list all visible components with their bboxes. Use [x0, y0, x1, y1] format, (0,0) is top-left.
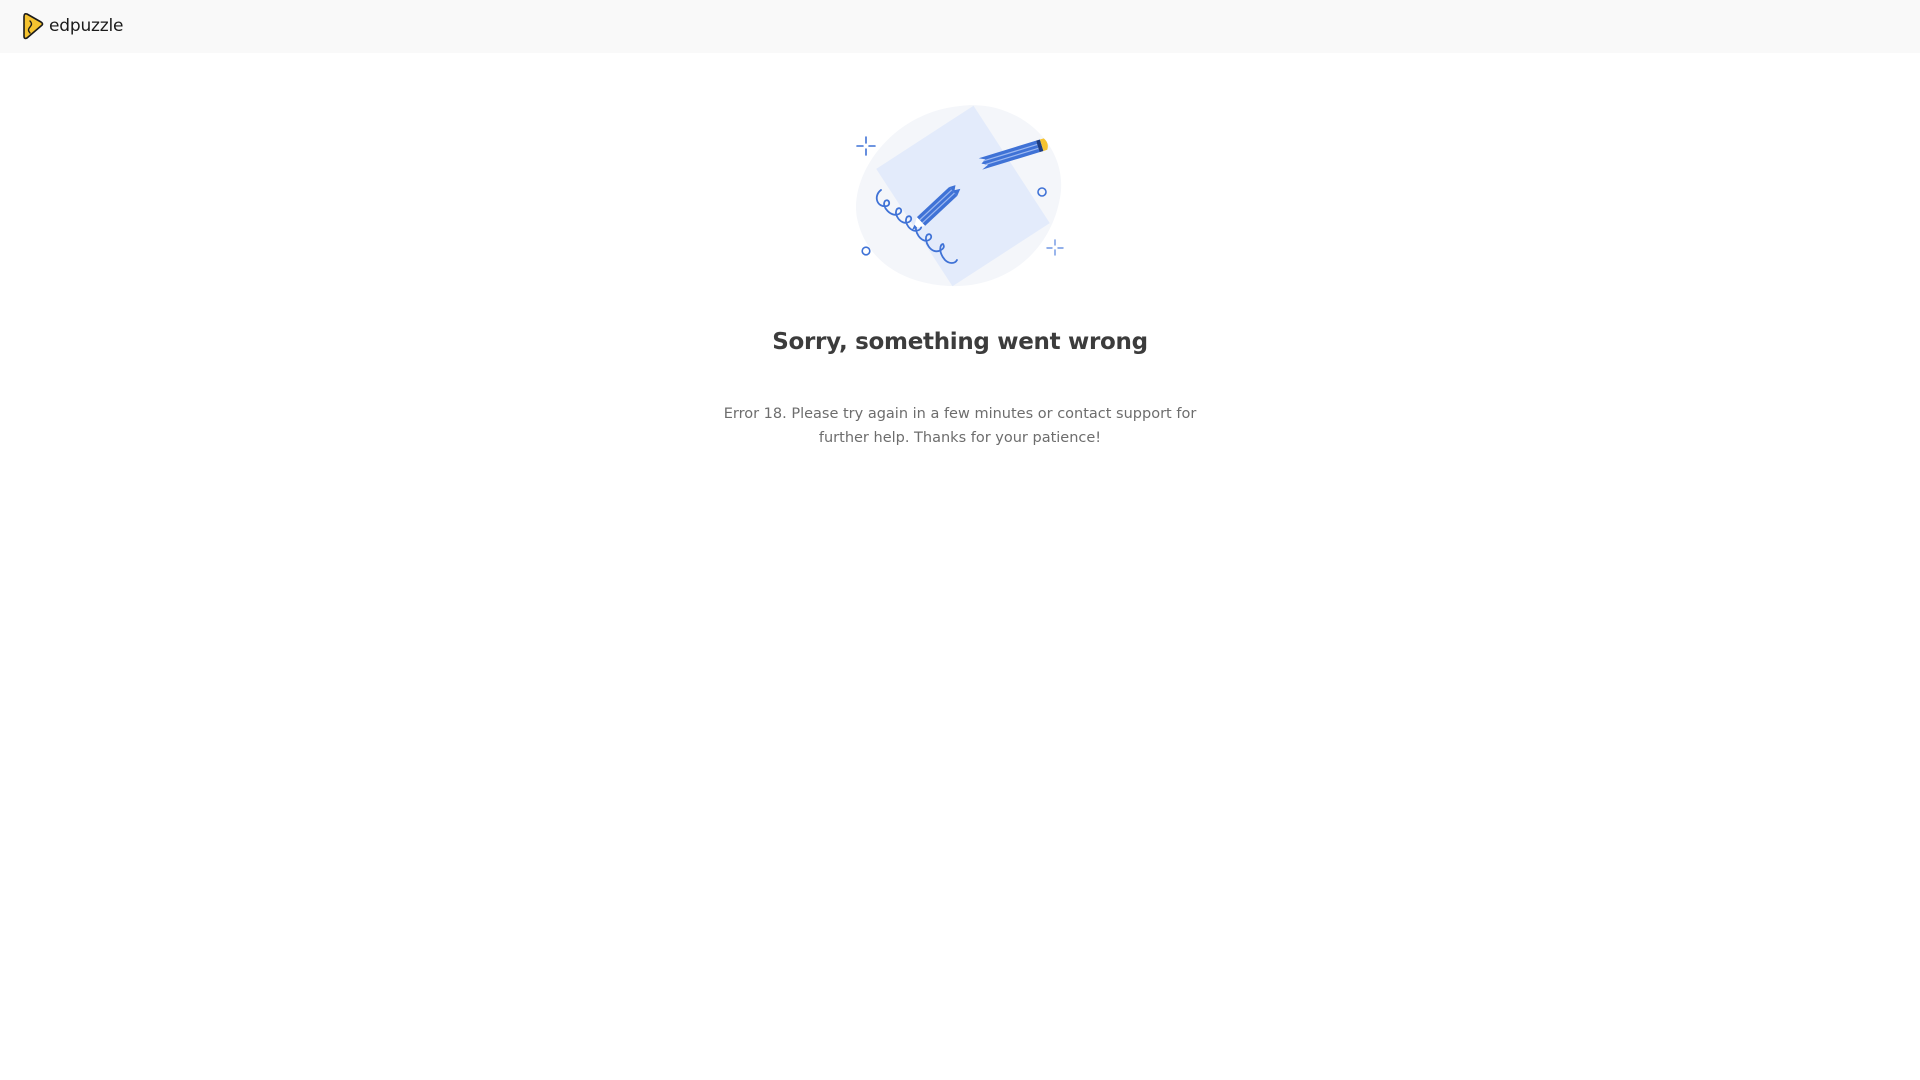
edpuzzle-logo-link[interactable]: edpuzzle [22, 11, 123, 41]
top-bar: edpuzzle [0, 0, 1920, 53]
error-message: Error 18. Please try again in a few minu… [723, 406, 1197, 446]
broken-pencil-illustration [856, 105, 1064, 287]
logo-text: edpuzzle [49, 15, 124, 36]
error-title: Sorry, something went wrong [772, 329, 1148, 355]
edpuzzle-logo-icon [23, 12, 44, 40]
